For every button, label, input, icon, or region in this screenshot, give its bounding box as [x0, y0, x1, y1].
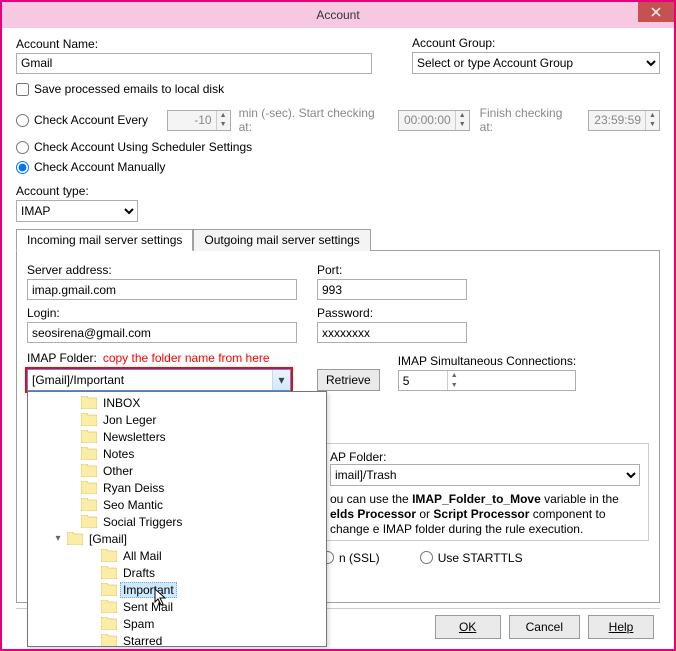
- imap-connections-label: IMAP Simultaneous Connections:: [398, 352, 577, 370]
- tree-item-label: Seo Mantic: [100, 498, 166, 512]
- port-label: Port:: [317, 261, 467, 279]
- tree-item-label: INBOX: [100, 396, 143, 410]
- tree-item-label: Newsletters: [100, 430, 169, 444]
- tree-item-label: Drafts: [120, 566, 158, 580]
- account-name-input[interactable]: [16, 53, 372, 74]
- ok-button[interactable]: OK: [435, 615, 501, 639]
- tree-item[interactable]: INBOX: [32, 394, 326, 411]
- imap-folder-label: IMAP Folder:: [27, 349, 97, 367]
- folder-icon: [101, 566, 117, 579]
- folder-icon: [81, 447, 97, 460]
- collapse-icon[interactable]: ▾: [52, 533, 64, 544]
- tree-item[interactable]: Ryan Deiss: [32, 479, 326, 496]
- tree-item[interactable]: ▾ [Gmail]: [32, 530, 326, 547]
- tree-item-label: Jon Leger: [100, 413, 159, 427]
- imap-folder-value: [Gmail]/Important: [28, 373, 272, 387]
- tree-item[interactable]: Other: [32, 462, 326, 479]
- account-group-select[interactable]: Select or type Account Group: [412, 52, 660, 74]
- ap-folder-select[interactable]: imail]/Trash: [330, 464, 640, 486]
- starttls-radio[interactable]: [420, 551, 433, 564]
- tree-item-label: Notes: [100, 447, 137, 461]
- server-address-input[interactable]: [27, 279, 297, 300]
- port-input[interactable]: [317, 279, 467, 300]
- help-button[interactable]: Help: [588, 615, 654, 639]
- cursor-icon: [154, 588, 170, 608]
- window-title: Account: [316, 8, 359, 22]
- account-window: Account Account Name: Account Group: Sel…: [0, 0, 676, 651]
- tree-item[interactable]: Newsletters: [32, 428, 326, 445]
- imap-folder-combo[interactable]: [Gmail]/Important ▾ INBOXJon LegerNewsle…: [27, 369, 291, 391]
- chevron-down-icon[interactable]: ▾: [272, 370, 290, 390]
- tree-item-label: Spam: [120, 617, 157, 631]
- password-input[interactable]: [317, 322, 467, 343]
- check-scheduler-label: Check Account Using Scheduler Settings: [34, 138, 252, 156]
- tree-item[interactable]: Seo Mantic: [32, 496, 326, 513]
- check-manual-label: Check Account Manually: [34, 158, 165, 176]
- folder-icon: [101, 617, 117, 630]
- check-every-label: Check Account Every: [34, 111, 167, 129]
- start-time-spinner[interactable]: ▲▼: [398, 110, 470, 131]
- account-group-label: Account Group:: [412, 34, 660, 52]
- folder-icon: [101, 549, 117, 562]
- cancel-button[interactable]: Cancel: [509, 615, 580, 639]
- tab-incoming[interactable]: Incoming mail server settings: [16, 229, 193, 251]
- ssl-radio-row: n (SSL): [321, 549, 380, 566]
- check-every-radio[interactable]: [16, 114, 29, 127]
- tree-item-label: Social Triggers: [100, 515, 185, 529]
- tree-item-label: [Gmail]: [86, 532, 130, 546]
- check-every-spinner[interactable]: ▲▼: [167, 110, 231, 131]
- account-type-select[interactable]: IMAP: [16, 200, 138, 222]
- folder-icon: [81, 430, 97, 443]
- finish-label: Finish checking at:: [480, 104, 578, 136]
- tree-item[interactable]: Sent Mail: [32, 598, 326, 615]
- tree-item-label: All Mail: [120, 549, 165, 563]
- folder-icon: [101, 583, 117, 596]
- check-scheduler-radio[interactable]: [16, 141, 29, 154]
- tree-item-label: Other: [100, 464, 136, 478]
- check-manual-radio[interactable]: [16, 161, 29, 174]
- tree-item[interactable]: Notes: [32, 445, 326, 462]
- password-label: Password:: [317, 304, 467, 322]
- retrieve-button[interactable]: Retrieve: [317, 369, 380, 391]
- incoming-panel: Server address: Port: Login: Password:: [16, 251, 660, 603]
- folder-icon: [81, 481, 97, 494]
- tree-item[interactable]: Social Triggers: [32, 513, 326, 530]
- tree-item-label: Ryan Deiss: [100, 481, 167, 495]
- folder-icon: [81, 396, 97, 409]
- folder-icon: [81, 464, 97, 477]
- folder-icon: [81, 515, 97, 528]
- annotation-text: copy the folder name from here: [103, 351, 270, 365]
- save-local-checkbox[interactable]: [16, 83, 29, 96]
- folder-icon: [81, 498, 97, 511]
- tree-item[interactable]: All Mail: [32, 547, 326, 564]
- tree-item[interactable]: Starred: [32, 632, 326, 647]
- account-type-label: Account type:: [16, 182, 660, 200]
- login-input[interactable]: [27, 322, 297, 343]
- hint-text: ou can use the IMAP_Folder_to_Move varia…: [330, 492, 640, 537]
- titlebar[interactable]: Account: [2, 2, 674, 28]
- imap-connections-spinner[interactable]: ▲▼: [398, 370, 577, 391]
- tabstrip: Incoming mail server settings Outgoing m…: [16, 228, 660, 251]
- close-button[interactable]: [638, 2, 674, 22]
- right-occluded-panel: AP Folder: imail]/Trash ou can use the I…: [321, 443, 649, 570]
- server-address-label: Server address:: [27, 261, 297, 279]
- starttls-radio-row: Use STARTTLS: [420, 549, 523, 566]
- imap-folder-dropdown[interactable]: INBOX Jon Leger Newsletters Notes Other Ryan …: [27, 391, 327, 647]
- save-local-label: Save processed emails to local disk: [34, 80, 224, 98]
- account-name-label: Account Name:: [16, 35, 388, 53]
- close-icon: [651, 7, 661, 17]
- folder-icon: [101, 600, 117, 613]
- login-label: Login:: [27, 304, 297, 322]
- folder-icon: [101, 634, 117, 647]
- tree-item[interactable]: Drafts: [32, 564, 326, 581]
- folder-icon: [67, 532, 83, 545]
- folder-icon: [81, 413, 97, 426]
- finish-time-spinner[interactable]: ▲▼: [588, 110, 660, 131]
- min-sec-label: min (-sec). Start checking at:: [239, 104, 390, 136]
- tree-item[interactable]: Jon Leger: [32, 411, 326, 428]
- tree-item-label: Starred: [120, 634, 165, 648]
- tab-outgoing[interactable]: Outgoing mail server settings: [193, 229, 370, 251]
- tree-item[interactable]: Important: [32, 581, 326, 598]
- tree-item[interactable]: Spam: [32, 615, 326, 632]
